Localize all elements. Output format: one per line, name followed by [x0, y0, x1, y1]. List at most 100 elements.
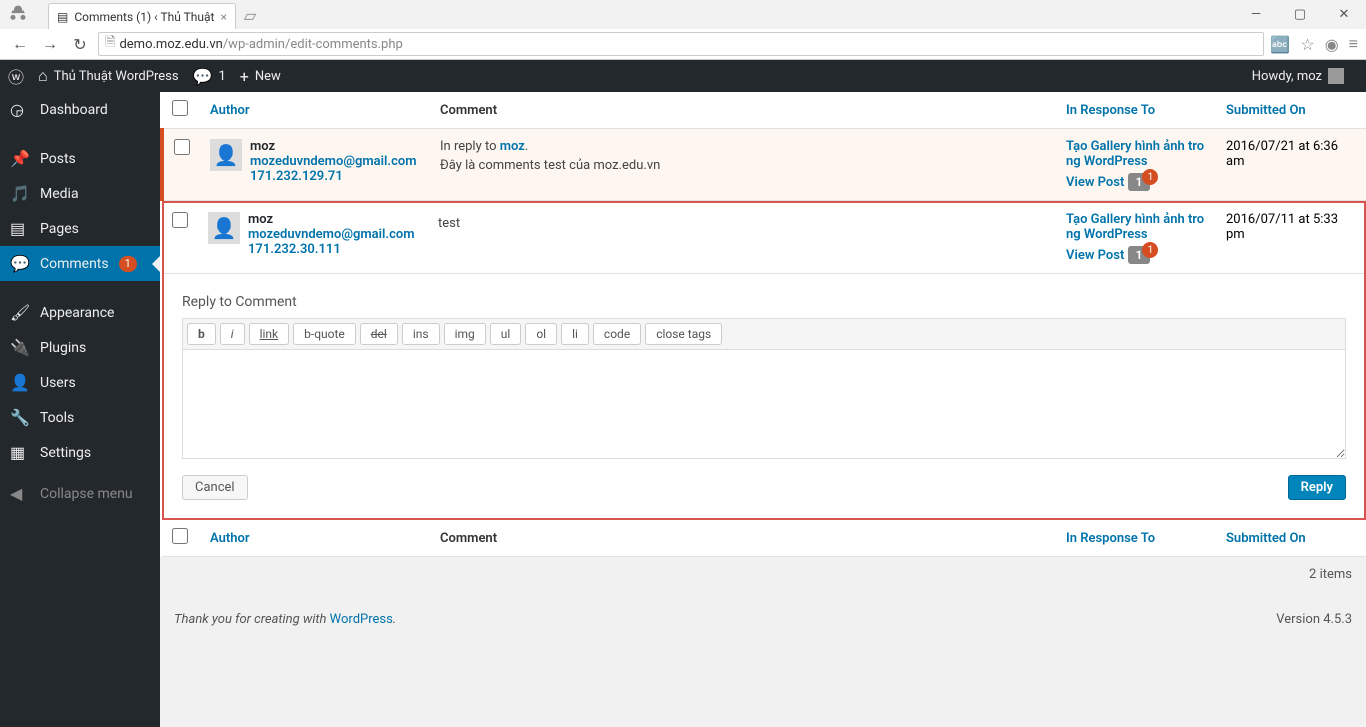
pending-count: 1: [218, 69, 225, 84]
menu-label: Comments: [40, 256, 109, 272]
menu-label: Dashboard: [40, 102, 108, 118]
response-title[interactable]: Tạo Gallery hình ảnh trong WordPress: [1066, 139, 1204, 169]
back-button[interactable]: ←: [8, 34, 32, 54]
date-header[interactable]: Submitted On: [1226, 531, 1306, 546]
qt-li-button[interactable]: li: [561, 323, 589, 345]
row-checkbox[interactable]: [172, 212, 188, 228]
author-email[interactable]: mozeduvndemo@gmail.com: [248, 227, 415, 242]
menu-icon[interactable]: ≡: [1349, 34, 1358, 54]
footer-thanks: Thank you for creating with: [174, 612, 330, 627]
qt-ol-button[interactable]: ol: [525, 323, 557, 345]
menu-users[interactable]: 👤Users: [0, 365, 160, 400]
comment-notification[interactable]: 💬1: [193, 67, 226, 86]
wordpress-link[interactable]: WordPress: [330, 612, 393, 627]
author-ip[interactable]: 171.232.129.71: [250, 169, 343, 184]
site-name-link[interactable]: ⌂Thủ Thuật WordPress: [38, 66, 179, 86]
site-name-label: Thủ Thuật WordPress: [54, 69, 179, 84]
bookmark-icon[interactable]: ☆: [1300, 35, 1314, 54]
close-icon[interactable]: ×: [220, 10, 226, 24]
url-host: demo.moz.edu.vn: [119, 37, 222, 52]
collapse-menu[interactable]: ◀Collapse menu: [0, 476, 160, 511]
author-name: moz: [248, 212, 418, 227]
new-content-link[interactable]: +New: [240, 67, 281, 86]
response-header[interactable]: In Response To: [1066, 531, 1155, 546]
response-header[interactable]: In Response To: [1066, 103, 1155, 118]
reply-editor: Reply to Comment b i link b-quote del in…: [172, 284, 1356, 510]
comment-content: test: [438, 216, 1046, 231]
menu-label: Tools: [40, 410, 74, 426]
maximize-button[interactable]: ▢: [1278, 0, 1322, 28]
wp-logo[interactable]: ⓦ: [8, 64, 24, 88]
page-icon: 🗎: [105, 33, 115, 55]
author-avatar-icon: 👤: [208, 212, 240, 244]
browser-navbar: ← → ↻ 🗎 demo.moz.edu.vn/wp-admin/edit-co…: [0, 29, 1366, 59]
window-controls: — ▢ ✕: [1234, 0, 1366, 28]
pending-dot: 1: [1142, 169, 1158, 185]
reply-textarea[interactable]: [182, 349, 1346, 459]
pending-dot: 1: [1142, 242, 1158, 258]
menu-label: Plugins: [40, 340, 86, 356]
row-checkbox[interactable]: [174, 139, 190, 155]
incognito-icon: [8, 4, 28, 28]
comment-row: 👤 moz mozeduvndemo@gmail.com 171.232.129…: [162, 129, 1366, 201]
globe-icon[interactable]: ◉: [1325, 35, 1339, 54]
author-header[interactable]: Author: [210, 531, 250, 546]
qt-close-button[interactable]: close tags: [645, 323, 722, 345]
menu-label: Media: [40, 186, 79, 202]
table-footer: Author Comment In Response To Submitted …: [162, 520, 1366, 557]
translate-icon[interactable]: 🔤: [1270, 35, 1290, 54]
qt-bquote-button[interactable]: b-quote: [293, 323, 356, 345]
comment-count-bubble[interactable]: 1 1: [1128, 248, 1151, 263]
select-all-checkbox[interactable]: [172, 100, 188, 116]
author-name: moz: [250, 139, 420, 154]
howdy-account[interactable]: Howdy, moz: [1252, 68, 1344, 84]
qt-ul-button[interactable]: ul: [490, 323, 522, 345]
close-button[interactable]: ✕: [1322, 0, 1366, 28]
select-all-checkbox-bottom[interactable]: [172, 528, 188, 544]
in-reply-link[interactable]: moz: [500, 139, 525, 154]
content-area: Author Comment In Response To Submitted …: [160, 92, 1366, 727]
response-title[interactable]: Tạo Gallery hình ảnh trong WordPress: [1066, 212, 1204, 242]
reply-button[interactable]: Reply: [1288, 475, 1346, 500]
menu-media[interactable]: 🎵Media: [0, 176, 160, 211]
menu-plugins[interactable]: 🔌Plugins: [0, 330, 160, 365]
submitted-date: 2016/07/11 at 5:33 pm: [1216, 202, 1366, 274]
menu-comments[interactable]: 💬Comments1: [0, 246, 160, 281]
submitted-date: 2016/07/21 at 6:36 am: [1216, 129, 1366, 201]
menu-settings[interactable]: ▦Settings: [0, 435, 160, 470]
menu-appearance[interactable]: 🖌Appearance: [0, 295, 160, 330]
browser-tab[interactable]: ▤ Comments (1) ‹ Thủ Thuật ×: [48, 3, 236, 29]
author-ip[interactable]: 171.232.30.111: [248, 242, 341, 257]
qt-img-button[interactable]: img: [444, 323, 486, 345]
minimize-button[interactable]: —: [1234, 0, 1278, 28]
date-header[interactable]: Submitted On: [1226, 103, 1306, 118]
reply-title: Reply to Comment: [182, 294, 1346, 310]
url-bar[interactable]: 🗎 demo.moz.edu.vn/wp-admin/edit-comments…: [98, 32, 1264, 56]
qt-code-button[interactable]: code: [593, 323, 641, 345]
qt-bold-button[interactable]: b: [187, 323, 216, 345]
cancel-button[interactable]: Cancel: [182, 475, 248, 500]
comment-row-active: 👤 moz mozeduvndemo@gmail.com 171.232.30.…: [162, 201, 1366, 521]
wp-footer: Thank you for creating with WordPress. V…: [174, 612, 1352, 627]
menu-dashboard[interactable]: ◶Dashboard: [0, 92, 160, 127]
new-tab-button[interactable]: ▱: [244, 6, 256, 25]
tab-title: Comments (1) ‹ Thủ Thuật: [74, 10, 214, 24]
menu-pages[interactable]: ▤Pages: [0, 211, 160, 246]
view-post-link[interactable]: View Post: [1066, 175, 1124, 190]
comments-table: Author Comment In Response To Submitted …: [160, 92, 1366, 557]
reload-button[interactable]: ↻: [68, 35, 92, 54]
version-text: Version 4.5.3: [1276, 612, 1352, 627]
qt-link-button[interactable]: link: [249, 323, 290, 345]
menu-posts[interactable]: 📌Posts: [0, 141, 160, 176]
qt-ins-button[interactable]: ins: [402, 323, 440, 345]
menu-label: Posts: [40, 151, 76, 167]
forward-button[interactable]: →: [38, 34, 62, 54]
view-post-link[interactable]: View Post: [1066, 248, 1124, 263]
author-email[interactable]: mozeduvndemo@gmail.com: [250, 154, 417, 169]
new-label: New: [255, 69, 281, 84]
menu-tools[interactable]: 🔧Tools: [0, 400, 160, 435]
qt-del-button[interactable]: del: [360, 323, 398, 345]
comment-count-bubble[interactable]: 1 1: [1128, 175, 1151, 190]
author-header[interactable]: Author: [210, 103, 250, 118]
qt-italic-button[interactable]: i: [220, 323, 245, 345]
